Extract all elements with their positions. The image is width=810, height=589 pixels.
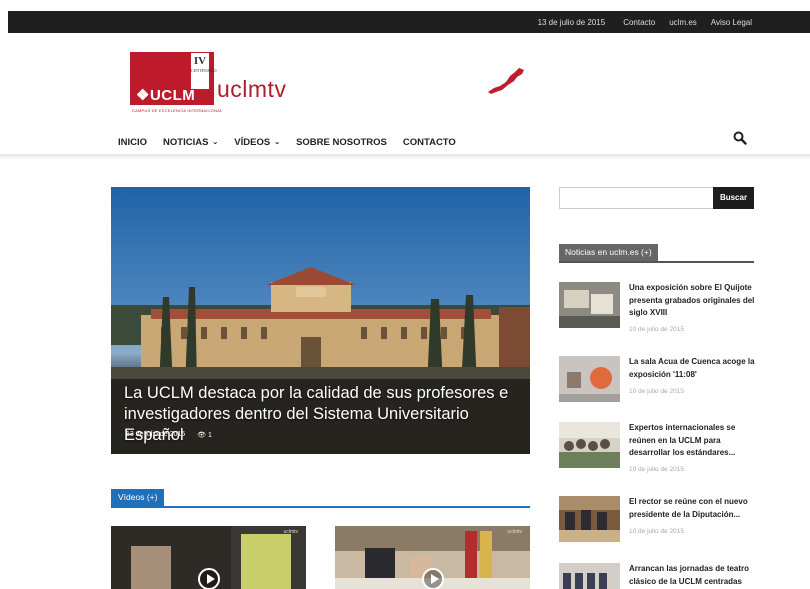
video-thumbnail-1[interactable]: uclmtv: [111, 526, 306, 589]
videos-heading[interactable]: Vídeos (+): [111, 489, 165, 506]
crest-text: IV: [193, 55, 207, 67]
news-title[interactable]: Una exposición sobre El Quijote presenta…: [629, 282, 755, 320]
news-thumbnail: [559, 282, 620, 328]
news-title[interactable]: La sala Acua de Cuenca acoge la exposici…: [629, 356, 755, 381]
top-link-contacto[interactable]: Contacto: [623, 18, 655, 27]
featured-meta: 13 de julio de 2015 👁 1: [126, 431, 212, 439]
top-link-aviso-legal[interactable]: Aviso Legal: [711, 18, 752, 27]
featured-views-count: 1: [208, 432, 212, 439]
chevron-down-icon: ⌄: [274, 139, 281, 146]
news-date: 10 de julio de 2015: [629, 466, 684, 473]
video-brand: uclmtv: [283, 529, 298, 535]
nav-item-sobre-nosotros[interactable]: SOBRE NOSOTROS: [296, 130, 387, 154]
top-links: 13 de julio de 2015 Contacto uclm.es Avi…: [538, 11, 752, 33]
nav-divider: [0, 154, 810, 160]
region-map-icon: [488, 68, 524, 94]
news-thumbnail: [559, 563, 620, 589]
crest-subtext: CENTENARIO: [191, 68, 217, 73]
logo-text: ❖UCLM: [136, 87, 196, 104]
news-title[interactable]: Expertos internacionales se reúnen en la…: [629, 422, 755, 460]
news-thumbnail: [559, 356, 620, 402]
news-title[interactable]: El rector se reúne con el nuevo presiden…: [629, 496, 755, 521]
news-section-header: Noticias en uclm.es (+): [559, 244, 754, 263]
nav-label-contacto: CONTACTO: [402, 136, 456, 148]
nav-item-noticias[interactable]: NOTICIAS ⌄: [163, 130, 218, 154]
main-nav: INICIO NOTICIAS ⌄ VÍDEOS ⌄ SOBRE NOSOTROS …: [109, 130, 456, 156]
site-name[interactable]: uclmtv: [217, 76, 286, 103]
news-date: 10 de julio de 2015: [629, 326, 684, 333]
nav-item-inicio[interactable]: INICIO: [109, 130, 154, 156]
news-date: 10 de julio de 2015: [629, 388, 684, 395]
eye-icon: 👁: [197, 432, 207, 439]
nav-label-sobre-nosotros: SOBRE NOSOTROS: [296, 136, 387, 148]
sidebar-search-input[interactable]: [559, 187, 714, 209]
news-date: 10 de julio de 2015: [629, 528, 684, 535]
video-brand: uclmtv: [507, 529, 522, 535]
top-bar: 13 de julio de 2015 Contacto uclm.es Avi…: [8, 11, 810, 33]
search-icon[interactable]: [733, 131, 747, 145]
videos-section-header: Vídeos (+): [111, 489, 530, 508]
centenary-crest: IV CENTENARIO: [190, 52, 217, 90]
top-link-uclm[interactable]: uclm.es: [669, 18, 697, 27]
nav-item-videos[interactable]: VÍDEOS ⌄: [234, 130, 280, 154]
featured-views: 👁 1: [197, 431, 212, 439]
news-thumbnail: [559, 422, 620, 468]
nav-item-contacto[interactable]: CONTACTO: [403, 130, 456, 154]
news-thumbnail: [559, 496, 620, 542]
search-button[interactable]: Buscar: [713, 187, 754, 209]
campus-tagline: CAMPUS DE EXCELENCIA INTERNACIONAL: [132, 108, 223, 113]
nav-label-videos: VÍDEOS: [234, 136, 271, 148]
featured-article[interactable]: La UCLM destaca por la calidad de sus pr…: [111, 187, 530, 454]
nav-label-inicio: INICIO: [118, 136, 148, 148]
chevron-down-icon: ⌄: [212, 139, 219, 146]
nav-label-noticias: NOTICIAS: [163, 136, 209, 148]
featured-date: 13 de julio de 2015: [126, 431, 186, 438]
play-icon[interactable]: [198, 568, 220, 589]
logo-wordmark: UCLM: [149, 87, 196, 104]
play-icon[interactable]: [422, 568, 444, 589]
video-thumbnail-2[interactable]: uclmtv: [335, 526, 530, 589]
news-heading[interactable]: Noticias en uclm.es (+): [559, 244, 658, 261]
top-date: 13 de julio de 2015: [537, 17, 606, 27]
uclm-logo[interactable]: IV CENTENARIO ❖UCLM: [130, 52, 217, 105]
news-title[interactable]: Arrancan las jornadas de teatro clásico …: [629, 563, 755, 589]
